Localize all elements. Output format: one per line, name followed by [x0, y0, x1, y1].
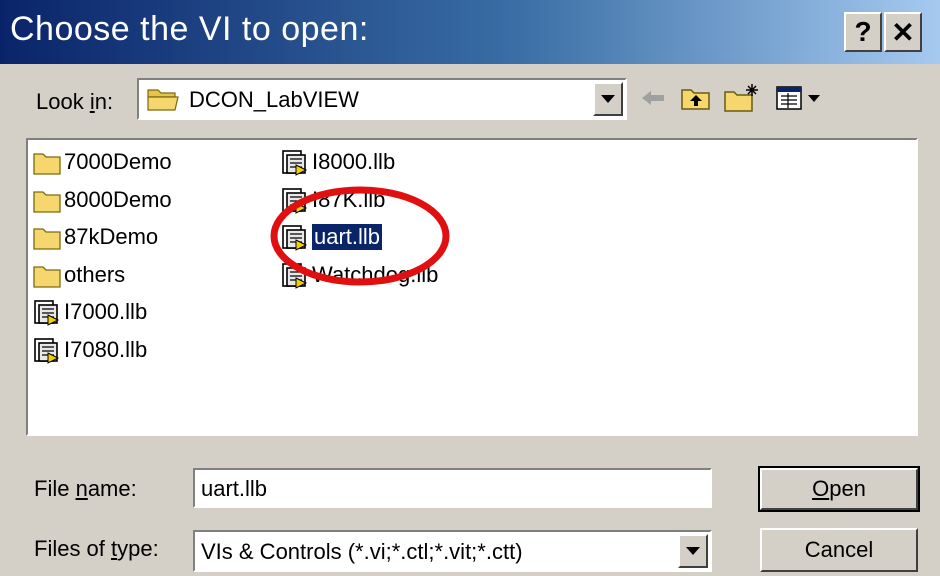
open-button[interactable]: Open	[758, 466, 920, 512]
file-list-item[interactable]: 87kDemo	[32, 221, 158, 253]
folder-icon	[33, 153, 61, 175]
up-one-level-icon	[681, 89, 710, 110]
file-list-item[interactable]: I87K.llb	[280, 184, 385, 216]
back-arrow-icon	[642, 91, 664, 105]
file-name-label: File name:	[34, 476, 137, 501]
file-list-item[interactable]: 7000Demo	[32, 146, 172, 178]
open-folder-icon	[147, 89, 179, 111]
file-list-item[interactable]: I7080.llb	[32, 334, 147, 366]
new-folder-button[interactable]	[724, 80, 760, 116]
look-in-value: DCON_LabVIEW	[189, 87, 359, 112]
file-name-input[interactable]: uart.llb	[193, 468, 712, 508]
file-list-item-label: I7000.llb	[64, 299, 148, 324]
file-list[interactable]: 7000Demo 8000Demo 87kDemo others I7000.llb I7…	[26, 138, 918, 436]
chevron-down-icon	[686, 547, 700, 555]
vi-library-icon	[34, 337, 60, 364]
help-button[interactable]: ?	[844, 12, 882, 52]
vi-library-icon	[282, 187, 308, 214]
view-menu-icon	[776, 86, 820, 110]
look-in-dropdown[interactable]: DCON_LabVIEW	[137, 78, 627, 120]
up-one-level-button[interactable]	[680, 80, 712, 116]
vi-library-icon	[282, 225, 308, 251]
file-list-item-label: 7000Demo	[64, 149, 172, 174]
file-list-item-label: uart.llb	[310, 223, 384, 251]
file-list-item[interactable]: Watchdog.llb	[280, 259, 438, 291]
dialog-title: Choose the VI to open:	[10, 10, 369, 48]
file-type-label: Files of type:	[34, 536, 159, 561]
look-in-label: Look in:	[36, 89, 114, 114]
new-folder-icon	[724, 84, 758, 112]
vi-library-icon	[282, 262, 308, 289]
open-label-access: O	[812, 476, 830, 501]
file-list-item-label: I87K.llb	[312, 186, 386, 212]
file-list-item-label: I7080.llb	[64, 336, 148, 362]
file-list-item[interactable]: 8000Demo	[32, 184, 172, 216]
file-type-dropdown[interactable]: VIs & Controls (*.vi;*.ctl;*.vit;*.ctt)	[193, 530, 712, 572]
back-button[interactable]	[640, 80, 666, 116]
chevron-down-icon	[601, 95, 615, 103]
vi-library-icon	[34, 300, 60, 326]
file-list-item-label: 8000Demo	[64, 186, 172, 212]
file-list-item-label: Watchdog.llb	[312, 261, 439, 287]
file-list-item-label: 87kDemo	[64, 224, 159, 249]
vi-library-icon	[282, 150, 308, 176]
file-name-value: uart.llb	[201, 476, 268, 501]
file-list-item-label: others	[64, 261, 126, 287]
open-label: pen	[829, 476, 866, 501]
file-type-dropdown-button[interactable]	[678, 534, 708, 568]
folder-icon	[33, 228, 61, 250]
folder-icon	[33, 190, 61, 213]
file-list-item-label: I8000.llb	[312, 149, 396, 174]
folder-icon	[33, 265, 61, 288]
file-list-item[interactable]: uart.llb	[280, 221, 384, 253]
view-menu-button[interactable]	[776, 80, 824, 116]
title-bar[interactable]: Choose the VI to open: ? ✕	[0, 0, 940, 64]
close-button[interactable]: ✕	[884, 12, 922, 52]
cancel-button[interactable]: Cancel	[760, 528, 918, 572]
file-type-value: VIs & Controls (*.vi;*.ctl;*.vit;*.ctt)	[201, 539, 523, 564]
file-list-item[interactable]: others	[32, 259, 125, 291]
file-list-item[interactable]: I7000.llb	[32, 296, 147, 328]
file-list-item[interactable]: I8000.llb	[280, 146, 395, 178]
look-in-dropdown-button[interactable]	[593, 82, 623, 116]
